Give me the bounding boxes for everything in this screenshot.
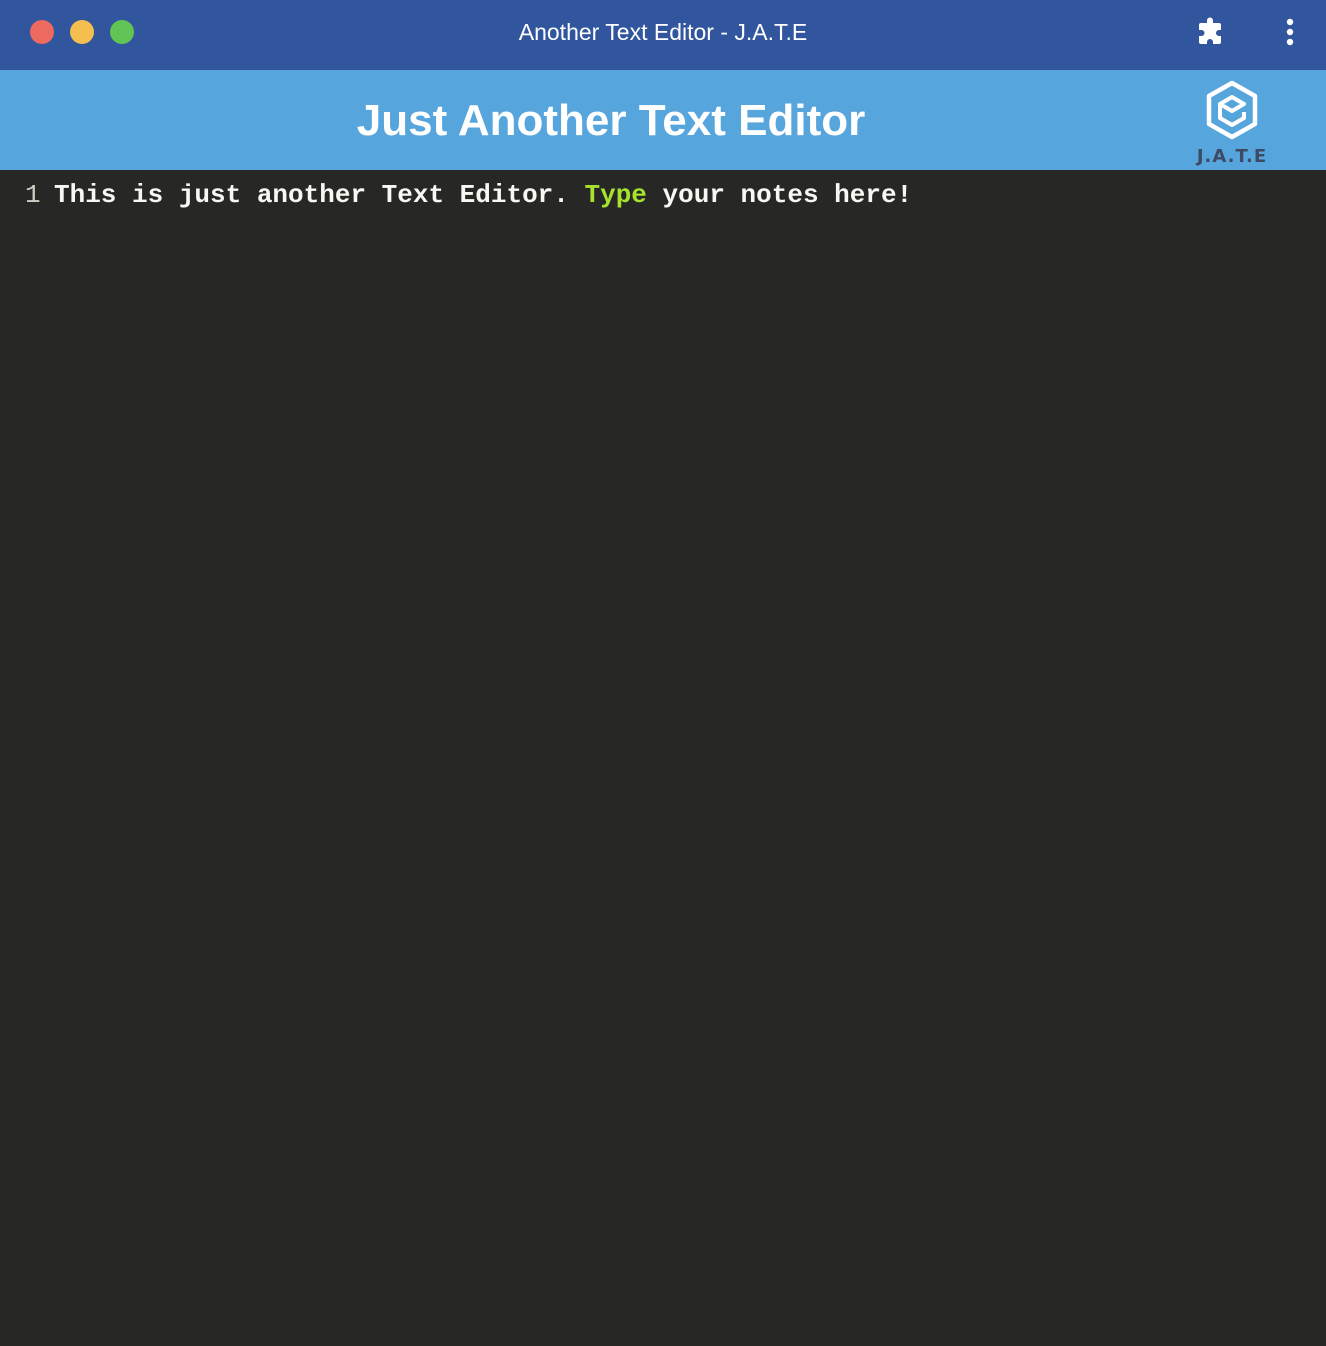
puzzle-icon bbox=[1199, 17, 1221, 44]
text-segment: your notes here! bbox=[646, 180, 913, 210]
kebab-menu-icon bbox=[1286, 18, 1294, 46]
logo-text: J.A.T.E bbox=[1196, 146, 1268, 167]
text-editor[interactable]: 1 This is just another Text Editor. Type… bbox=[0, 170, 1326, 1346]
page-title: Just Another Text Editor bbox=[356, 96, 866, 145]
logo: J.A.T.E bbox=[1186, 80, 1278, 168]
window-title: Another Text Editor - J.A.T.E bbox=[518, 19, 808, 45]
highlighted-keyword: Type bbox=[584, 180, 647, 210]
extensions-button[interactable] bbox=[1192, 14, 1228, 50]
more-menu-button[interactable] bbox=[1276, 14, 1304, 50]
editor-line[interactable]: This is just another Text Editor. Type y… bbox=[54, 180, 912, 210]
app-window: Another Text Editor - J.A.T.E Just Anoth… bbox=[0, 0, 1326, 1346]
line-number: 1 bbox=[25, 180, 41, 210]
text-segment: This is just another Text Editor. bbox=[54, 180, 585, 210]
title-bar[interactable]: Another Text Editor - J.A.T.E bbox=[0, 0, 1326, 70]
cube-logo-icon bbox=[1206, 80, 1258, 140]
app-header: Just Another Text Editor J.A.T.E bbox=[0, 70, 1326, 170]
